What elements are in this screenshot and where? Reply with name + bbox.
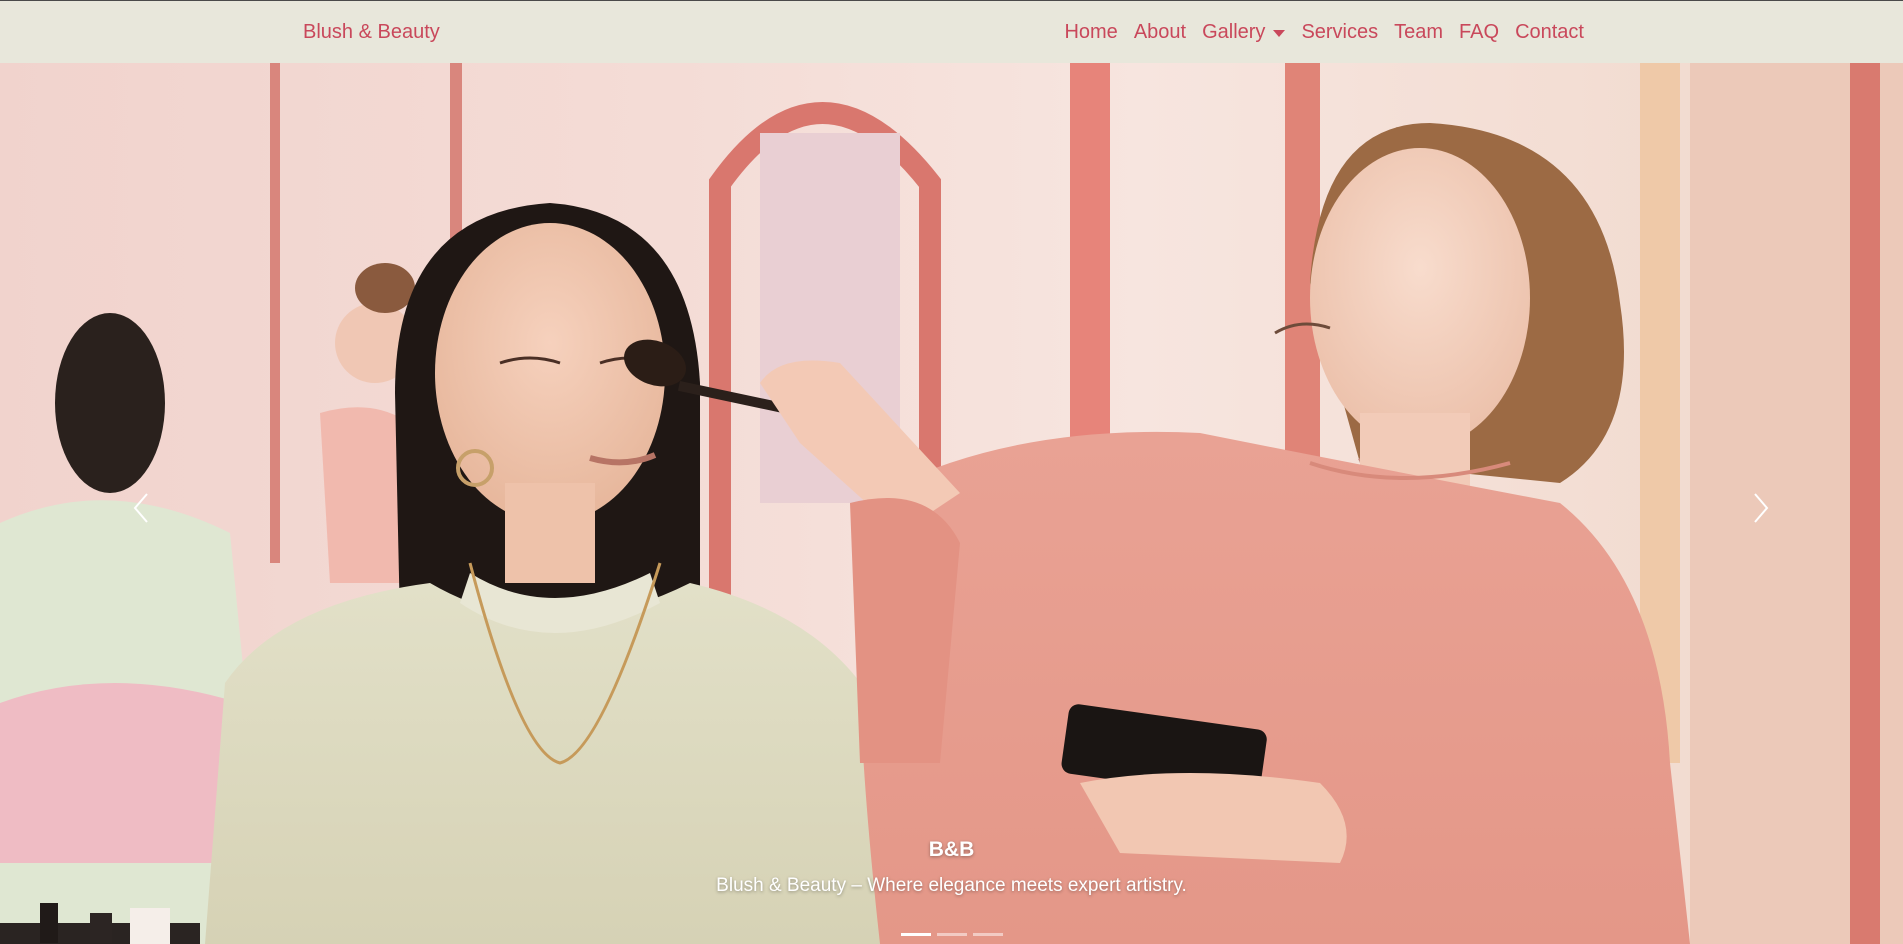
nav-link-gallery-label: Gallery [1202,21,1266,43]
nav-link-home[interactable]: Home [1056,21,1125,44]
nav-link-faq[interactable]: FAQ [1451,21,1507,44]
nav-link-contact[interactable]: Contact [1507,21,1592,44]
hero-slide-image [0,63,1903,944]
caption-title: B&B [928,838,975,861]
nav-link-about[interactable]: About [1126,21,1194,44]
carousel-prev-button[interactable] [0,63,280,944]
hero-carousel: B&B Blush & Beauty – Where elegance meet… [0,63,1903,944]
nav-links: Home About Gallery Services Team FAQ Con… [1056,21,1592,44]
brand-link[interactable]: Blush & Beauty [303,21,440,44]
carousel-indicator-3[interactable] [972,933,1003,936]
carousel-indicator-1[interactable] [900,933,931,936]
nav-link-gallery[interactable]: Gallery [1194,21,1293,44]
carousel-indicator-2[interactable] [936,933,967,936]
chevron-right-icon [1754,493,1769,523]
navbar: Blush & Beauty Home About Gallery Servic… [0,0,1903,63]
caption-text: Blush & Beauty – Where elegance meets ex… [716,875,1187,896]
nav-link-team[interactable]: Team [1386,21,1451,44]
carousel-next-button[interactable] [1623,63,1903,944]
carousel-indicators [0,933,1903,936]
chevron-left-icon [133,493,148,523]
carousel-caption: B&B Blush & Beauty – Where elegance meet… [0,839,1903,895]
dropdown-caret-icon [1273,30,1286,37]
nav-link-services[interactable]: Services [1293,21,1386,44]
